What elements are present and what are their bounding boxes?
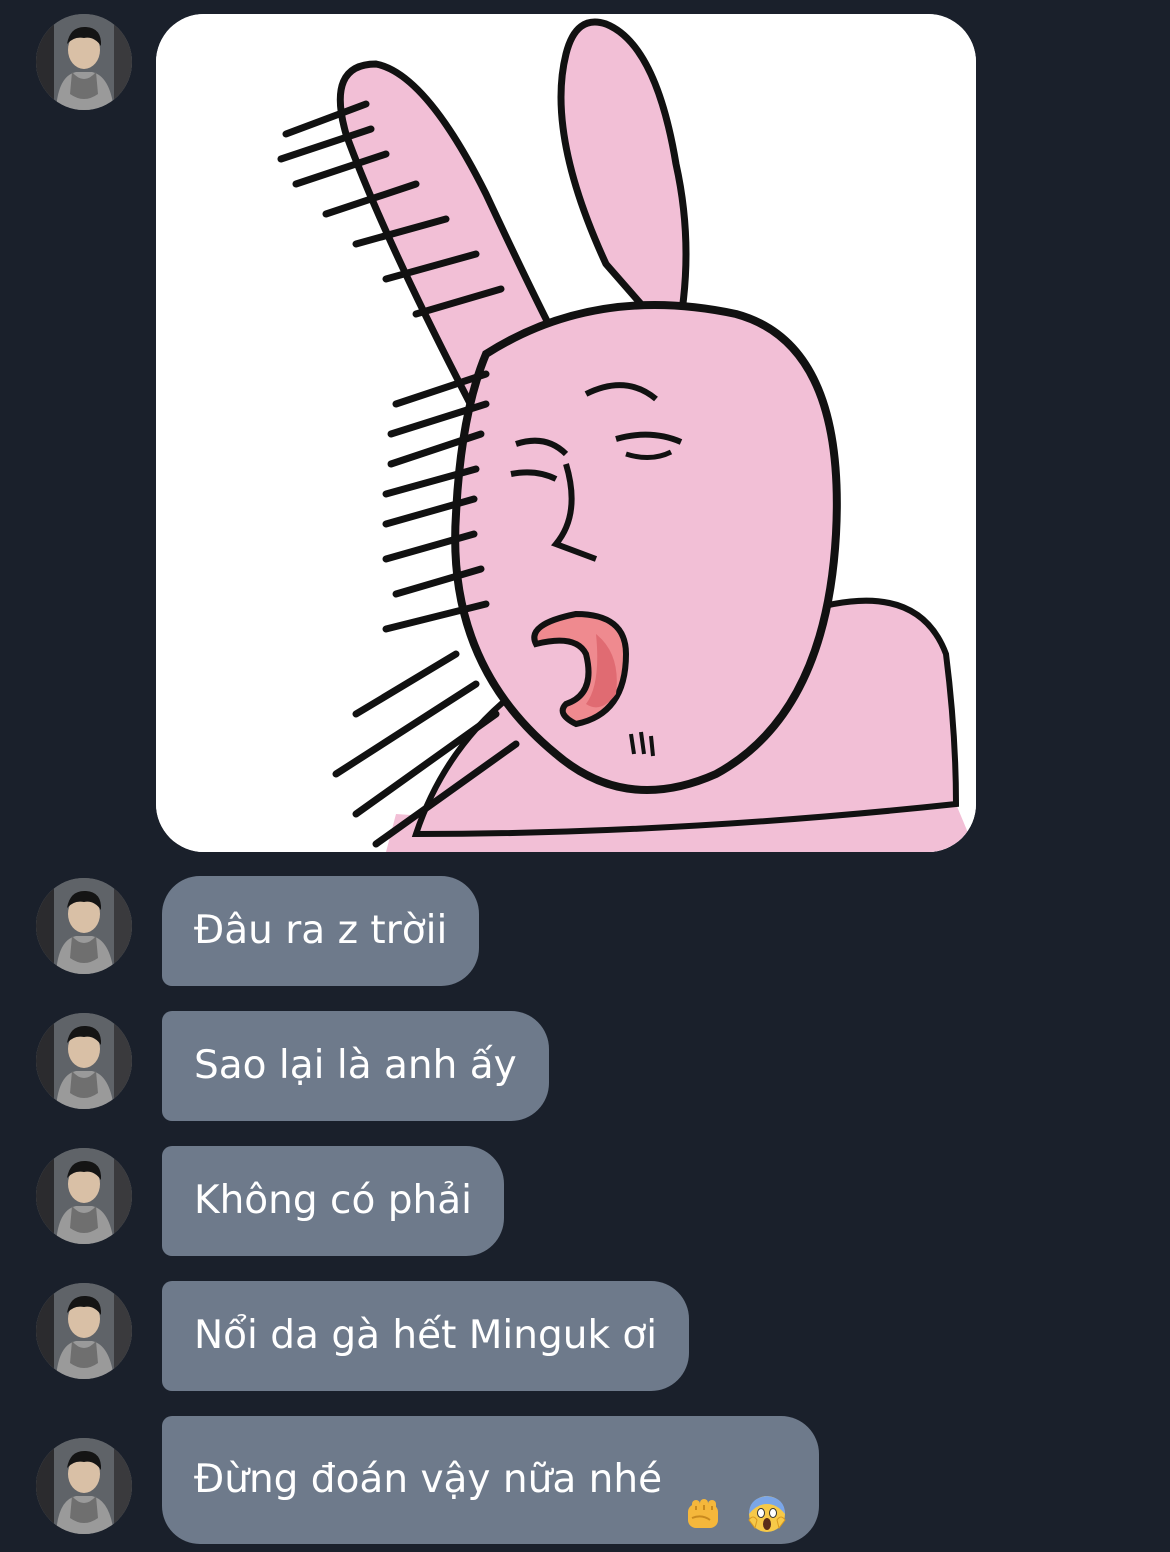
message-bubble[interactable]: Sao lại là anh ấy: [162, 1011, 549, 1121]
sender-avatar[interactable]: [36, 1438, 132, 1534]
message-text: Đâu ra z trờii: [194, 908, 448, 953]
avatar-photo-icon: [36, 1438, 132, 1534]
screaming-face-emoji: [747, 1458, 787, 1532]
fist-emoji: [684, 1458, 724, 1528]
sender-avatar[interactable]: [36, 878, 132, 974]
avatar-photo-icon: [36, 1148, 132, 1244]
sticker-message[interactable]: [156, 14, 976, 852]
sender-avatar[interactable]: [36, 1013, 132, 1109]
avatar-photo-icon: [36, 1283, 132, 1379]
avatar-photo-icon: [36, 878, 132, 974]
sender-avatar[interactable]: [36, 1148, 132, 1244]
sender-avatar[interactable]: [36, 1283, 132, 1379]
message-bubble[interactable]: Nổi da gà hết Minguk ơi: [162, 1281, 690, 1391]
chat-thread: Đâu ra z trờii Sao lại là anh ấy Không c…: [0, 0, 1170, 1552]
message-text: Nổi da gà hết Minguk ơi: [194, 1313, 658, 1358]
message-bubble[interactable]: Đừng đoán vậy nữa nhé: [162, 1416, 819, 1544]
message-text: Đừng đoán vậy nữa nhé: [194, 1457, 663, 1502]
avatar-photo-icon: [36, 14, 132, 110]
message-bubble[interactable]: Đâu ra z trờii: [162, 876, 480, 986]
message-bubble[interactable]: Không có phải: [162, 1146, 504, 1256]
sender-avatar[interactable]: [36, 14, 132, 110]
crying-pink-rabbit-sticker: [156, 14, 976, 852]
message-text: Không có phải: [194, 1178, 472, 1223]
message-text: Sao lại là anh ấy: [194, 1043, 517, 1088]
avatar-photo-icon: [36, 1013, 132, 1109]
